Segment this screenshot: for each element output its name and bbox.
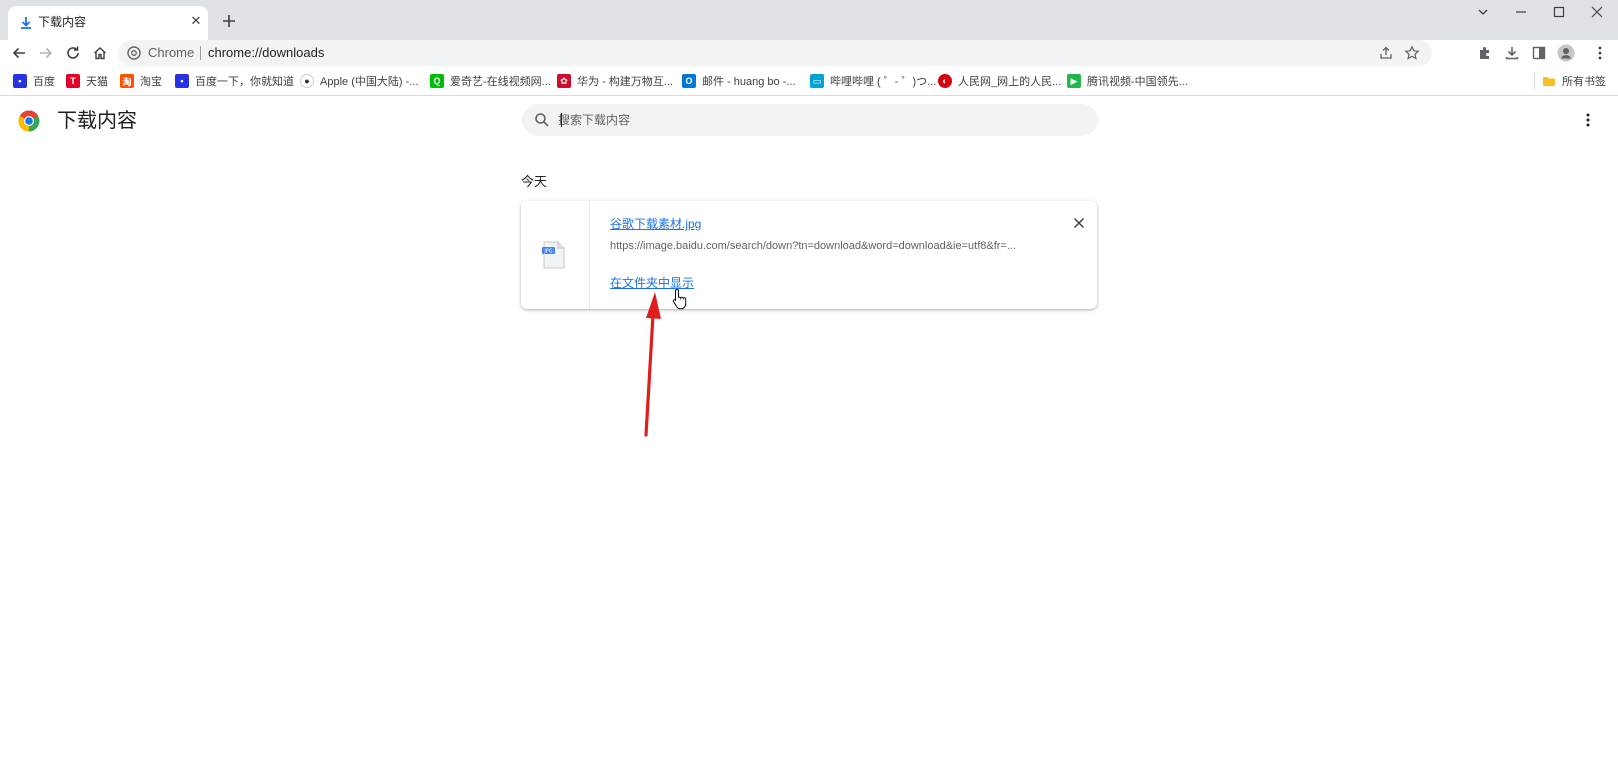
tab-downloads[interactable]: 下载内容 ✕ bbox=[8, 6, 208, 40]
minimize-icon[interactable] bbox=[1502, 0, 1540, 24]
browser-menu-icon[interactable] bbox=[1590, 43, 1610, 63]
tab-title: 下载内容 bbox=[38, 15, 87, 29]
apple-icon: ● bbox=[300, 74, 314, 88]
source-url: https://image.baidu.com/search/down?tn=d… bbox=[610, 240, 1017, 252]
bookmark-apple[interactable]: ● Apple (中国大陆) -... bbox=[300, 73, 418, 89]
bookmark-huawei[interactable]: ✿ 华为 - 构建万物互... bbox=[557, 73, 673, 89]
address-bar[interactable]: Chrome chrome://downloads bbox=[118, 40, 1432, 66]
tab-search-chevron-icon[interactable] bbox=[1464, 0, 1502, 24]
bookmark-star-icon[interactable] bbox=[1404, 45, 1420, 61]
hand-pointer-cursor-icon bbox=[672, 288, 687, 310]
people-daily-icon: ◐ bbox=[938, 74, 952, 88]
bookmark-tencent-video[interactable]: ▶ 腾讯视频-中国领先... bbox=[1067, 73, 1188, 89]
folder-icon bbox=[1543, 77, 1555, 86]
bookmark-tmall[interactable]: T 天猫 bbox=[66, 73, 108, 89]
file-name-link[interactable]: 谷歌下载素材.jpg bbox=[610, 217, 701, 231]
download-item-card: JPG 谷歌下载素材.jpg https://image.baidu.com/s… bbox=[521, 201, 1097, 309]
forward-arrow-icon[interactable] bbox=[36, 43, 56, 63]
downloads-header: 下载内容 bbox=[0, 96, 1618, 146]
page-title: 下载内容 bbox=[57, 110, 137, 132]
remove-from-list-close-icon[interactable] bbox=[1071, 215, 1087, 231]
new-tab-plus-icon[interactable] bbox=[220, 12, 238, 30]
side-panel-icon[interactable] bbox=[1529, 43, 1549, 63]
chrome-logo-icon bbox=[18, 110, 40, 132]
toolbar-download-icon[interactable] bbox=[1502, 43, 1522, 63]
image-file-icon: JPG bbox=[542, 241, 565, 269]
home-icon[interactable] bbox=[90, 43, 110, 63]
file-type-badge: JPG bbox=[543, 249, 552, 255]
share-icon[interactable] bbox=[1378, 45, 1394, 61]
tencent-video-play-icon: ▶ bbox=[1067, 74, 1081, 88]
downloads-search-box[interactable] bbox=[522, 104, 1098, 136]
file-icon-area: JPG bbox=[521, 201, 590, 309]
tmall-icon: T bbox=[66, 74, 80, 88]
search-input[interactable] bbox=[558, 110, 1078, 130]
bookmark-baidu[interactable]: • 百度 bbox=[13, 73, 55, 89]
search-icon bbox=[535, 113, 549, 127]
url-text: chrome://downloads bbox=[208, 45, 325, 60]
tab-close-icon[interactable]: ✕ bbox=[188, 13, 204, 29]
bookmark-taobao[interactable]: 淘淘宝 bbox=[120, 73, 162, 89]
date-group-label: 今天 bbox=[521, 174, 548, 189]
bookmark-people[interactable]: ◐ 人民网_网上的人民... bbox=[938, 73, 1061, 89]
chrome-page-icon bbox=[127, 46, 141, 60]
baidu-paw-icon: • bbox=[13, 74, 27, 88]
extensions-puzzle-icon[interactable] bbox=[1475, 43, 1495, 63]
outlook-icon: O bbox=[682, 74, 696, 88]
huawei-icon: ✿ bbox=[557, 74, 571, 88]
url-scheme-label: Chrome bbox=[148, 45, 195, 60]
reload-icon[interactable] bbox=[63, 43, 83, 63]
download-icon bbox=[21, 17, 31, 29]
close-window-icon[interactable] bbox=[1578, 0, 1616, 24]
bookmarks-divider bbox=[1534, 72, 1535, 90]
bookmark-bilibili[interactable]: ▭ 哔哩哔哩 ( ゜- ゜)つ... bbox=[810, 73, 936, 89]
bookmark-outlook-mail[interactable]: O 邮件 - huang bo -... bbox=[682, 73, 796, 89]
bookmark-baidu-search[interactable]: • 百度一下，你就知道 bbox=[175, 73, 294, 89]
taobao-icon: 淘 bbox=[120, 74, 134, 88]
back-arrow-icon[interactable] bbox=[9, 43, 29, 63]
tab-strip: 下载内容 ✕ bbox=[0, 0, 1618, 40]
iqiyi-icon: Q bbox=[430, 74, 444, 88]
all-bookmarks-folder[interactable]: 所有书签 bbox=[1542, 73, 1606, 89]
text-caret bbox=[561, 113, 562, 127]
url-divider bbox=[200, 46, 201, 60]
bilibili-tv-icon: ▭ bbox=[810, 74, 824, 88]
bookmark-iqiyi[interactable]: Q 爱奇艺-在线视频网... bbox=[430, 73, 551, 89]
more-actions-menu-icon[interactable] bbox=[1578, 110, 1598, 130]
maximize-icon[interactable] bbox=[1540, 0, 1578, 24]
browser-toolbar: Chrome chrome://downloads bbox=[0, 40, 1618, 66]
profile-avatar-icon[interactable] bbox=[1556, 43, 1576, 63]
bookmarks-bar: • 百度 T 天猫 淘淘宝 • 百度一下，你就知道 ● Apple (中国大陆) -..… bbox=[0, 66, 1618, 96]
baidu-paw-icon: • bbox=[175, 74, 189, 88]
